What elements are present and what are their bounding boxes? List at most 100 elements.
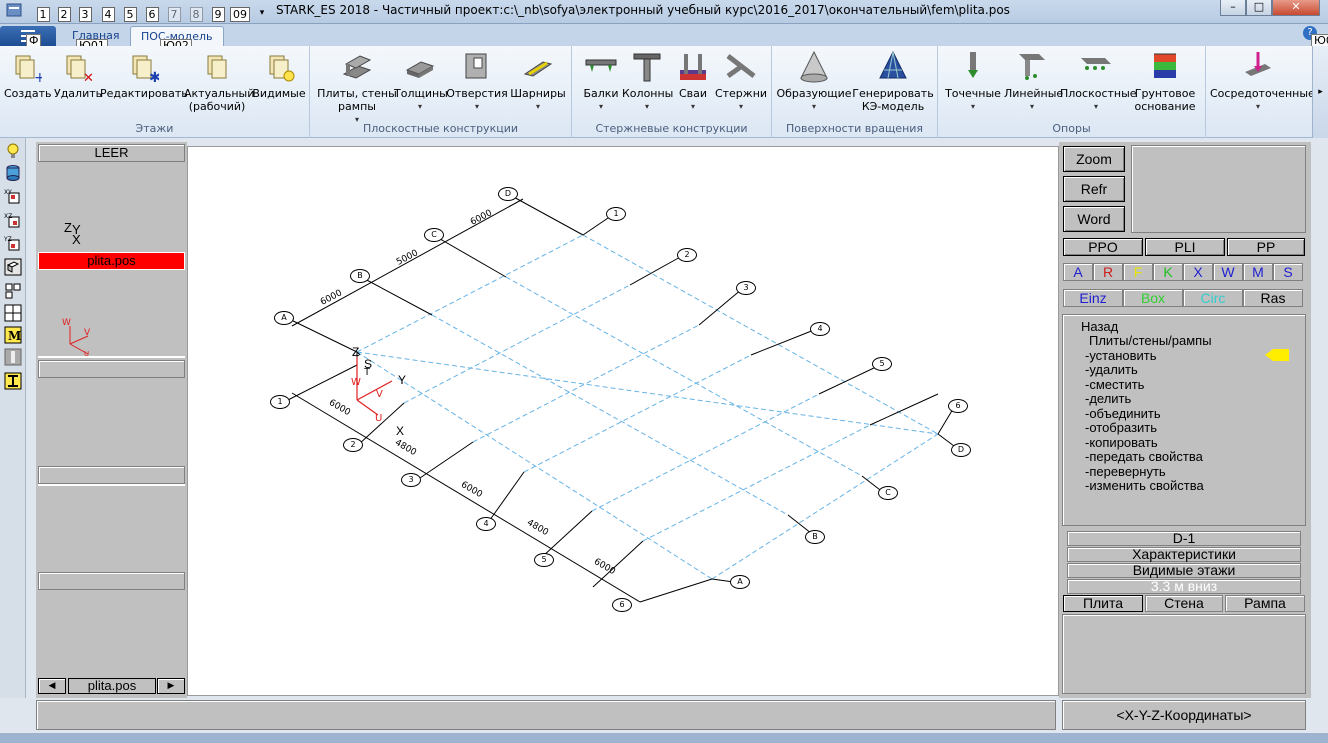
qat-button-1[interactable]: 1 [33,2,53,22]
qat-button-8[interactable]: 8 [186,2,206,22]
hinges-button[interactable]: Шарниры ▾ [508,50,568,113]
menu-item-change-props[interactable]: -изменить свойства [1085,479,1204,493]
app-menu-icon[interactable] [4,2,24,22]
axis-bubble-4-right[interactable]: 4 [810,322,830,336]
visible-floors-toggle[interactable]: Видимые этажи [1067,563,1301,578]
axis-bubble-3-right[interactable]: 3 [736,281,756,295]
axis-bubble-b-right[interactable]: B [805,530,825,544]
axis-bubble-d-top[interactable]: D [498,187,518,201]
qat-button-7[interactable]: 7 [164,2,184,22]
area-supports-button[interactable]: Плоскостные ▾ [1060,50,1137,113]
edit-floor-button[interactable]: ✱ Редактировать [100,50,188,100]
thickness-button[interactable]: Толщины ▾ [394,50,448,113]
axis-bubble-a-top[interactable]: A [274,311,294,325]
axis-bubble-c-top[interactable]: C [424,228,444,242]
mode-circ[interactable]: Circ [1183,289,1243,307]
line-supports-button[interactable]: Линейные ▾ [1004,50,1063,113]
zoom-button[interactable]: Zoom [1063,146,1125,172]
menu-item-merge[interactable]: -объединить [1085,407,1161,421]
rods-button[interactable]: Стержни ▾ [714,50,768,113]
qat-button-4[interactable]: 4 [98,2,118,22]
flag-k[interactable]: K [1153,263,1183,281]
qat-button-2[interactable]: 2 [54,2,74,22]
grid-pattern-icon[interactable] [4,282,22,300]
axis-bubble-5-bottom[interactable]: 5 [534,553,554,567]
ppo-button[interactable]: PPO [1063,238,1143,256]
menu-item-move[interactable]: -сместить [1085,378,1144,392]
close-button[interactable]: ✕ [1272,0,1320,16]
active-floor-button[interactable]: Актуальный (рабочий) [184,50,254,113]
view-xy-icon[interactable]: XY [4,188,22,206]
axis-bubble-2-bottom[interactable]: 2 [343,438,363,452]
qat-button-3[interactable]: 3 [75,2,95,22]
soil-foundation-button[interactable]: Грунтовое основание [1134,50,1196,113]
flag-w[interactable]: W [1213,263,1243,281]
create-floor-button[interactable]: + Создать [4,50,52,100]
qat-button-9[interactable]: 9 [208,2,228,22]
axis-bubble-b-top[interactable]: B [350,269,370,283]
qat-button-5[interactable]: 5 [120,2,140,22]
axis-bubble-6-right[interactable]: 6 [948,399,968,413]
view-yz-icon[interactable]: YZ [4,235,22,253]
axis-bubble-a-right[interactable]: A [730,575,750,589]
pli-button[interactable]: PLI [1145,238,1225,256]
menu-back[interactable]: Назад [1081,320,1118,334]
plates-walls-button[interactable]: Плиты, стены рампы ▾ [316,50,398,126]
beams-button[interactable]: Балки ▾ [578,50,624,113]
database-icon[interactable] [4,164,22,182]
refresh-button[interactable]: Refr [1063,176,1125,202]
menu-item-install[interactable]: -установить [1085,349,1157,363]
tab-plate[interactable]: Плита [1063,595,1143,612]
flag-f[interactable]: F [1123,263,1153,281]
bulb-icon[interactable] [4,142,22,160]
flag-a[interactable]: A [1063,263,1093,281]
column-view-icon[interactable] [4,348,22,366]
ribbon-scroll-right[interactable]: ▸ [1312,46,1328,138]
piles-button[interactable]: Сваи ▾ [672,50,714,113]
view-3d-icon[interactable] [4,258,22,276]
next-floor-button[interactable]: ▶ [157,678,185,694]
floor-slot-4[interactable] [38,572,185,590]
view-xz-icon[interactable]: XZ [4,212,22,230]
minimize-button[interactable]: – [1220,0,1246,16]
visible-floors-button[interactable]: Видимые [252,50,306,100]
concentrated-loads-button[interactable]: Сосредоточенные ▾ [1210,50,1315,113]
axis-bubble-c-right[interactable]: C [878,486,898,500]
qat-customize-icon[interactable]: ▾ [252,2,272,22]
i-beam-icon[interactable] [4,372,22,390]
axis-bubble-1-right[interactable]: 1 [606,207,626,221]
floor-list-header[interactable]: LEER [38,144,185,162]
floor-file-selected[interactable]: plita.pos [38,252,185,270]
floor-slot-3[interactable] [38,466,185,484]
layer-indicator[interactable]: D-1 [1067,531,1301,546]
floor-slot-2[interactable] [38,360,185,378]
menu-item-delete[interactable]: -удалить [1085,363,1138,377]
mode-box[interactable]: Box [1123,289,1183,307]
prev-floor-button[interactable]: ◀ [38,678,66,694]
multi-view-icon[interactable] [4,304,22,322]
model-canvas[interactable]: A B C D 1 2 3 4 5 6 D C B A 1 2 3 4 5 6 … [187,146,1059,696]
columns-button[interactable]: Колонны ▾ [622,50,673,113]
flag-r[interactable]: R [1093,263,1123,281]
tab-wall[interactable]: Стена [1145,595,1223,612]
axis-bubble-5-right[interactable]: 5 [872,357,892,371]
maximize-button[interactable]: □ [1246,0,1272,16]
axis-bubble-1-bottom[interactable]: 1 [270,395,290,409]
flag-s[interactable]: S [1273,263,1303,281]
floor-down-indicator[interactable]: 3.3 м вниз [1067,579,1301,594]
pp-button[interactable]: PP [1227,238,1305,256]
axis-bubble-6-bottom[interactable]: 6 [612,598,632,612]
menu-item-mirror[interactable]: -отобразить [1085,421,1157,435]
axis-bubble-4-bottom[interactable]: 4 [476,517,496,531]
mode-ras[interactable]: Ras [1243,289,1303,307]
openings-button[interactable]: Отверстия ▾ [446,50,508,113]
qat-button-6[interactable]: 6 [142,2,162,22]
generate-fe-model-button[interactable]: Генерировать КЭ-модель [852,50,934,113]
mode-einz[interactable]: Einz [1063,289,1123,307]
menu-item-copy[interactable]: -копировать [1085,436,1158,450]
axis-bubble-3-bottom[interactable]: 3 [401,473,421,487]
axis-bubble-d-right[interactable]: D [951,443,971,457]
flag-m[interactable]: M [1243,263,1273,281]
delete-floor-button[interactable]: ✕ Удалить [54,50,102,100]
m-icon[interactable]: M [4,326,22,344]
